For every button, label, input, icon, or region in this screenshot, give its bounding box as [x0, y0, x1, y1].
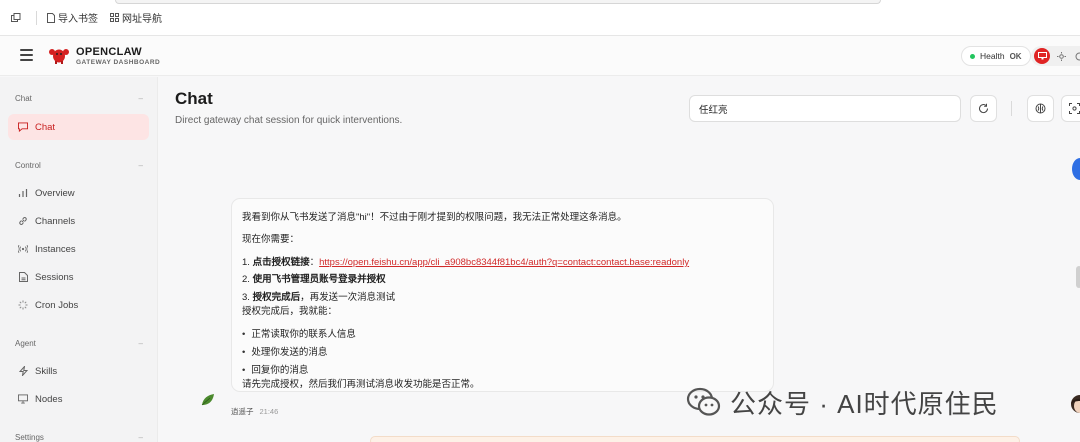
collapse-icon: –: [138, 161, 143, 170]
menu-icon[interactable]: [20, 49, 33, 61]
wechat-watermark: 公众号 · AI时代原住民: [686, 382, 999, 422]
sidebar-item-sessions[interactable]: Sessions: [8, 264, 149, 290]
bookmark-label: 导入书签: [58, 14, 98, 25]
wechat-logo-icon: [686, 387, 721, 416]
message-time: 21:46: [259, 407, 279, 416]
link-icon: [18, 216, 28, 226]
message-step-2: 2. 使用飞书管理员账号登录并授权: [242, 274, 386, 285]
refresh-icon: [979, 103, 989, 114]
assistant-message-bubble: 我看到你从飞书发送了消息"hi"！不过由于刚才提到的权限问题，我无法正常处理这条…: [231, 198, 774, 392]
bookmark-label: 网址导航: [122, 14, 162, 25]
document-icon: [18, 272, 28, 282]
bolt-icon: [18, 366, 28, 376]
auth-link[interactable]: https://open.feishu.cn/app/cli_a908bc834…: [319, 257, 689, 268]
sidebar-item-label: Overview: [35, 187, 75, 199]
list-item: 回复你的消息: [242, 362, 308, 376]
monitor-icon: [18, 394, 28, 404]
moon-icon[interactable]: [1072, 49, 1080, 63]
section-settings[interactable]: Settings –: [15, 433, 143, 442]
chat-icon: [18, 122, 28, 132]
grid-icon: [110, 13, 119, 22]
app-subtitle: GATEWAY DASHBOARD: [76, 59, 161, 66]
message-closing: 请先完成授权，然后我们再测试消息收发功能是否正常。: [242, 379, 480, 390]
assistant-avatar-leaf-icon: [201, 394, 214, 406]
browser-bookmarks-bar: 导入书签 网址导航: [0, 0, 1080, 36]
brand: OPENCLAW GATEWAY DASHBOARD: [76, 46, 160, 67]
compose-area-edge[interactable]: [370, 436, 1020, 442]
collapse-icon: –: [138, 339, 143, 348]
sun-icon[interactable]: [1054, 49, 1068, 63]
lobster-logo-icon: [49, 49, 69, 64]
sidebar-item-label: Nodes: [35, 393, 63, 405]
browser-address-bar-edge[interactable]: [115, 0, 881, 4]
watermark-text: 公众号 · AI时代原住民: [730, 388, 999, 419]
sidebar: Chat – Chat Control – Overview Channels In…: [0, 77, 158, 442]
monitor-theme-icon[interactable]: [1034, 48, 1050, 64]
sidebar-item-label: Channels: [35, 215, 76, 227]
sidebar-item-overview[interactable]: Overview: [8, 180, 149, 206]
bookmark-import[interactable]: 导入书签: [47, 10, 98, 25]
message-after: 授权完成后，我就能：: [242, 306, 338, 317]
message-step-3: 3. 授权完成后，再发送一次消息测试: [242, 292, 396, 303]
section-agent[interactable]: Agent –: [15, 339, 143, 348]
message-meta: 逍遥子 21:46: [231, 406, 278, 417]
app-title: OPENCLAW: [76, 46, 142, 58]
message-need: 现在你需要：: [242, 234, 300, 245]
theme-toggle: [1031, 46, 1080, 66]
refresh-button[interactable]: [970, 95, 997, 122]
sidebar-item-label: Cron Jobs: [35, 299, 79, 311]
collapse-icon: –: [138, 433, 143, 442]
page-subtitle: Direct gateway chat session for quick in…: [175, 115, 403, 126]
sidebar-item-label: Instances: [35, 243, 76, 255]
sidebar-item-cron-jobs[interactable]: Cron Jobs: [8, 292, 149, 318]
health-status-badge: Health OK: [961, 46, 1031, 66]
message-step-1: 1. 点击授权链接：https://open.feishu.cn/app/cli…: [242, 257, 690, 268]
tab-switch-icon[interactable]: [10, 12, 22, 24]
session-key-input[interactable]: 任红亮: [689, 95, 961, 122]
broadcast-icon: [18, 244, 28, 254]
sidebar-item-label: Sessions: [35, 271, 74, 283]
avatar: [1071, 395, 1080, 413]
sidebar-item-nodes[interactable]: Nodes: [8, 386, 149, 412]
page-title: Chat: [175, 89, 213, 108]
section-chat[interactable]: Chat –: [15, 94, 143, 103]
sender-name: 逍遥子: [231, 407, 254, 416]
sidebar-item-skills[interactable]: Skills: [8, 358, 149, 384]
session-key-value: 任红亮: [699, 104, 728, 116]
sidebar-item-channels[interactable]: Channels: [8, 208, 149, 234]
health-value: OK: [1009, 51, 1022, 61]
focus-icon: [1069, 103, 1080, 114]
thinking-toggle-button[interactable]: [1027, 95, 1054, 122]
sidebar-item-instances[interactable]: Instances: [8, 236, 149, 262]
sidebar-item-label: Skills: [35, 365, 58, 377]
loader-icon: [18, 300, 28, 310]
sidebar-item-label: Chat: [35, 121, 56, 133]
health-label: Health: [980, 51, 1005, 61]
scrollbar-thumb[interactable]: [1076, 266, 1080, 288]
message-intro: 我看到你从飞书发送了消息"hi"！不过由于刚才提到的权限问题，我无法正常处理这条…: [242, 212, 627, 223]
brain-icon: [1035, 103, 1046, 114]
main-content: Chat Direct gateway chat session for qui…: [159, 77, 1080, 442]
list-item: 处理你发送的消息: [242, 344, 327, 358]
collapse-icon: –: [138, 94, 143, 103]
bookmark-nav[interactable]: 网址导航: [110, 10, 162, 25]
status-dot-icon: [970, 53, 975, 59]
bar-chart-icon: [18, 188, 28, 198]
document-icon: [47, 12, 55, 23]
focus-mode-button[interactable]: [1061, 95, 1080, 122]
sidebar-item-chat[interactable]: Chat: [8, 114, 149, 140]
list-item: 正常读取你的联系人信息: [242, 326, 356, 340]
app-header: OPENCLAW GATEWAY DASHBOARD Health OK: [0, 36, 1080, 76]
section-control[interactable]: Control –: [15, 161, 143, 170]
